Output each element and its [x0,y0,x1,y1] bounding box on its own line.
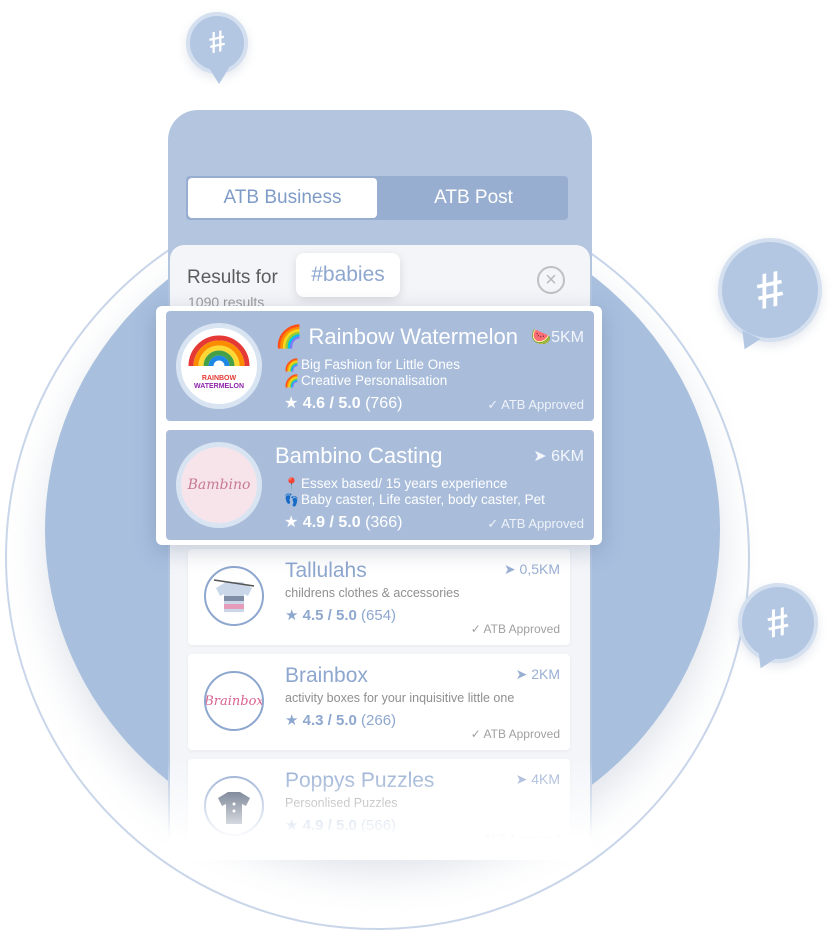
star-icon: ★ [284,514,299,531]
distance: 🍉5KM [531,327,584,347]
hashtag-chip[interactable]: #babies [296,253,400,297]
business-name[interactable]: 🌈 Rainbow Watermelon [275,324,518,350]
business-name[interactable]: Brainbox [285,664,368,688]
description-line: Big Fashion for Little Ones [300,357,461,372]
distance: ➤ 0,5KM [504,561,560,578]
business-name[interactable]: Tallulahs [285,559,367,583]
business-description: 📍 Essex based/ 15 years experience [284,476,507,491]
review-count: (654) [361,607,397,624]
rating-value: 4.9 / 5.0 [302,817,357,834]
review-count: (366) [365,514,403,531]
baby-grow-icon [218,792,250,824]
svg-text:WATERMELON: WATERMELON [194,383,244,390]
business-description: 👣 Baby caster, Life caster, body caster, … [284,492,545,507]
rating: ★ 4.5 / 5.0 (654) [285,606,396,624]
star-icon: ★ [285,607,299,624]
bambino-casting-logo: Bambino [176,442,262,528]
distance: ➤ 4KM [516,771,560,788]
navigation-arrow-icon: ➤ [533,448,547,465]
rating: ★ 4.9 / 5.0 (366) [284,512,402,532]
approved-badge: ✓ ATB Approved [471,622,560,636]
business-description: Personlised Puzzles [285,796,398,810]
footprints-emoji-icon: 👣 [284,493,299,507]
list-item[interactable]: Tallulahs childrens clothes & accessorie… [188,549,570,645]
business-description: 🌈 Creative Personalisation [284,373,447,388]
star-icon: ★ [285,712,299,729]
rainbow-logo-icon: RAINBOW WATERMELON [188,335,250,390]
featured-card[interactable]: RAINBOW WATERMELON 🌈 Rainbow Watermelon … [166,311,594,421]
approved-label: ATB Approved [483,622,561,636]
business-description: 🌈 Big Fashion for Little Ones [284,357,460,372]
review-count: (566) [361,817,397,834]
distance-value: 0,5KM [519,561,560,577]
description-line: Essex based/ 15 years experience [300,476,508,491]
navigation-arrow-icon: ➤ [515,666,528,682]
featured-results-popup: RAINBOW WATERMELON 🌈 Rainbow Watermelon … [156,306,602,545]
review-count: (266) [361,712,397,729]
onesie-icon [213,579,255,612]
hashtag-bubble-icon: # [186,12,248,84]
star-icon: ★ [284,395,299,412]
tallulahs-logo [204,566,264,626]
tab-atb-business[interactable]: ATB Business [188,178,377,218]
logo-text: Bambino [187,477,251,493]
check-circle-icon: ✓ [470,622,481,636]
distance-value: 6KM [551,448,584,465]
rating-value: 4.6 / 5.0 [302,395,361,412]
rainbow-emoji-icon: 🌈 [284,374,299,388]
description-line: Creative Personalisation [300,373,448,388]
rating: ★ 4.9 / 5.0 (566) [285,816,396,834]
star-icon: ★ [285,817,299,834]
description-line: Baby caster, Life caster, body caster, P… [300,492,545,507]
distance: ➤ 6KM [533,446,584,466]
watermelon-emoji-icon: 🍉 [531,329,552,346]
approved-label: ATB Approved [501,516,584,531]
business-name-text: Rainbow Watermelon [308,324,519,349]
approved-label: ATB Approved [483,832,561,846]
logo-text: Brainbox [204,693,264,709]
tab-atb-post[interactable]: ATB Post [379,176,568,220]
rating-value: 4.5 / 5.0 [302,607,357,624]
business-description: childrens clothes & accessories [285,586,460,600]
rating: ★ 4.3 / 5.0 (266) [285,711,396,729]
rating: ★ 4.6 / 5.0 (766) [284,393,402,413]
distance-value: 4KM [531,771,560,787]
rating-value: 4.3 / 5.0 [302,712,357,729]
brainbox-logo: Brainbox [204,671,264,731]
list-item[interactable]: Poppys Puzzles Personlised Puzzles ★ 4.9… [188,759,570,850]
approved-badge: ✓ ATB Approved [471,832,560,846]
rainbow-emoji-icon: 🌈 [284,358,299,372]
rainbow-watermelon-logo: RAINBOW WATERMELON [176,323,262,409]
featured-card[interactable]: Bambino Bambino Casting ➤ 6KM 📍 Essex bas… [166,430,594,540]
distance-value: 2KM [531,666,560,682]
business-name[interactable]: Poppys Puzzles [285,769,434,793]
navigation-arrow-icon: ➤ [503,561,516,577]
business-name[interactable]: Bambino Casting [275,443,443,469]
results-label: Results for [187,267,278,288]
list-item[interactable]: Brainbox Brainbox activity boxes for you… [188,654,570,750]
close-icon[interactable]: × [537,266,565,294]
distance-value: 5KM [551,329,584,346]
review-count: (766) [365,395,403,412]
poppys-puzzles-logo [204,776,264,836]
check-circle-icon: ✓ [470,832,481,846]
pin-emoji-icon: 📍 [284,477,299,491]
rating-value: 4.9 / 5.0 [302,514,361,531]
check-circle-icon: ✓ [487,516,499,531]
distance: ➤ 2KM [516,666,560,683]
check-circle-icon: ✓ [470,727,481,741]
approved-badge: ✓ ATB Approved [487,516,584,532]
business-description: activity boxes for your inquisitive litt… [285,691,515,705]
approved-label: ATB Approved [501,397,584,412]
navigation-arrow-icon: ➤ [515,771,528,787]
hashtag-bubble-icon: # [738,583,818,673]
hashtag-bubble-icon: # [718,238,822,354]
svg-text:RAINBOW: RAINBOW [202,375,237,382]
check-circle-icon: ✓ [487,397,499,412]
tab-bar: ATB Business ATB Post [186,176,568,220]
approved-badge: ✓ ATB Approved [487,397,584,413]
approved-label: ATB Approved [483,727,561,741]
approved-badge: ✓ ATB Approved [471,727,560,741]
rainbow-emoji-icon: 🌈 [275,324,303,349]
